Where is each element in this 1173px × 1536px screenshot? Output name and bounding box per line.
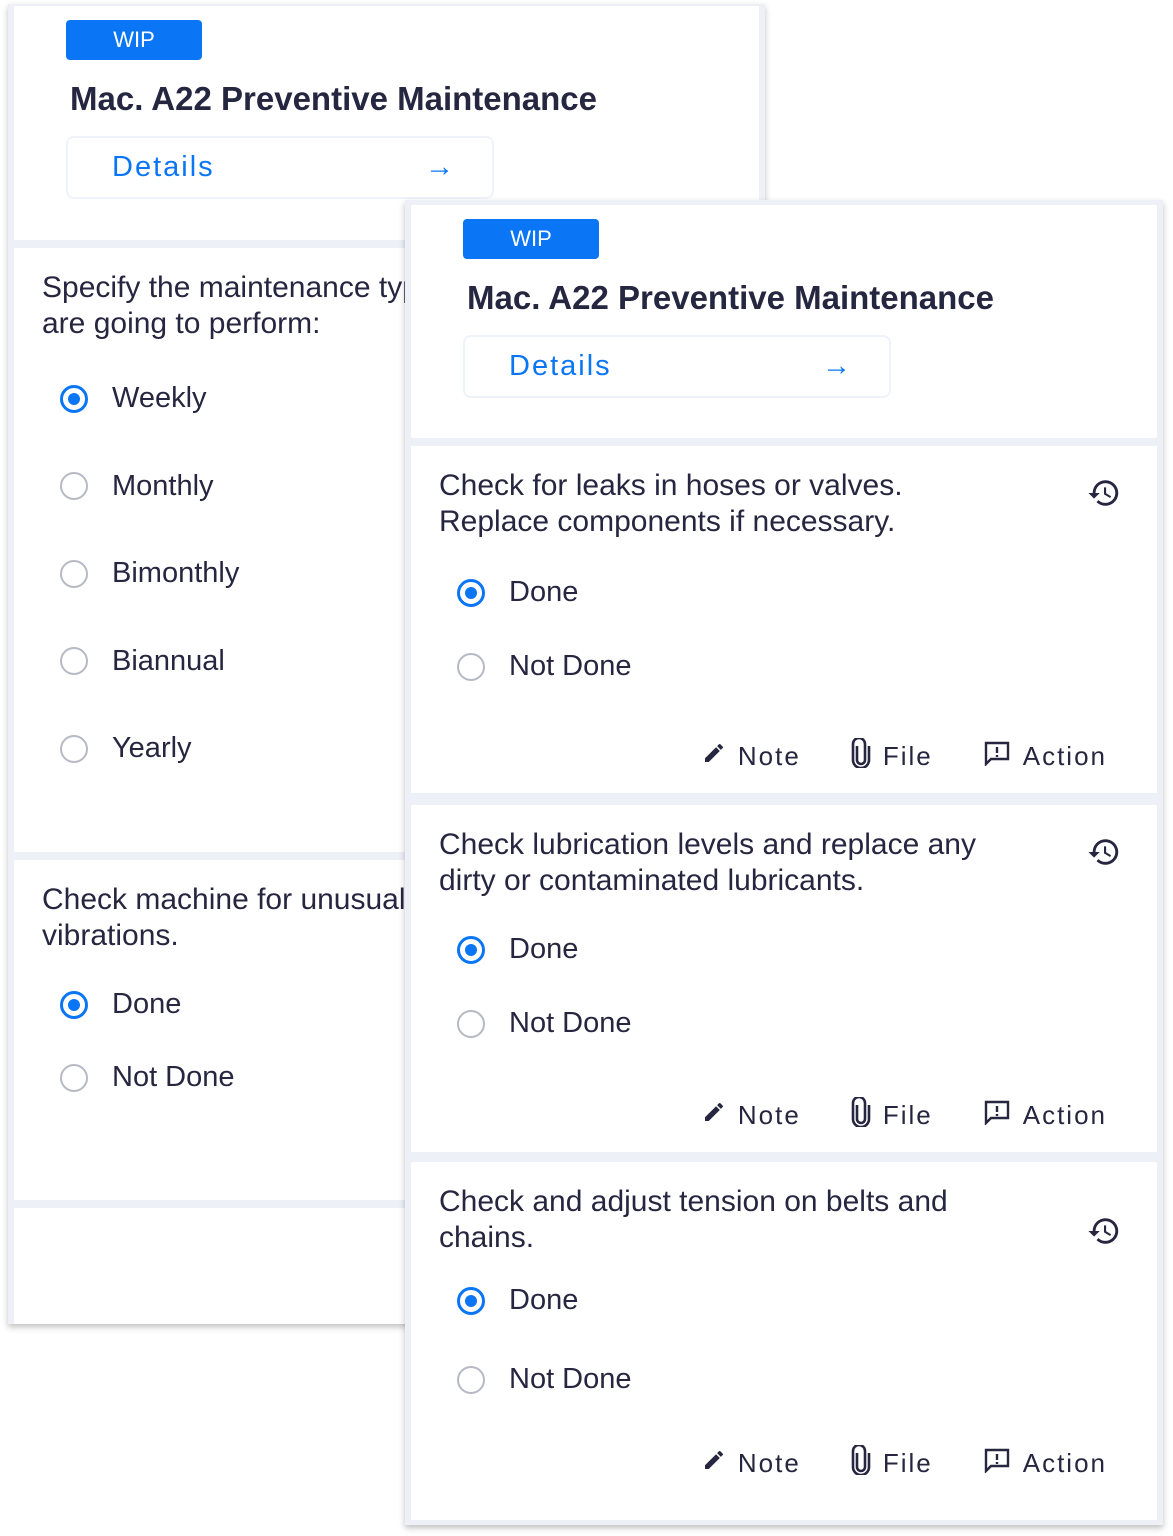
question-card: Check and adjust tension on belts and cha…	[411, 1162, 1157, 1520]
action-icon	[983, 740, 1011, 773]
question-line: Check and adjust tension on belts and	[439, 1185, 948, 1218]
radio-option[interactable]: Bimonthly	[60, 557, 239, 590]
action-bar: Note File Action	[702, 736, 1107, 775]
action-button[interactable]: Action	[983, 1445, 1107, 1482]
radio-button[interactable]	[457, 1009, 485, 1038]
file-label: File	[882, 1448, 933, 1478]
radio-option[interactable]: Biannual	[60, 645, 225, 678]
history-icon[interactable]	[1087, 1214, 1121, 1248]
front-checklist-card: WIP Mac. A22 Preventive Maintenance Deta…	[405, 200, 1163, 1525]
radio-button[interactable]	[60, 1063, 88, 1092]
details-button[interactable]: Details →	[66, 136, 494, 199]
option-label: Done	[509, 1284, 579, 1316]
file-button[interactable]: File	[851, 736, 933, 775]
action-label: Action	[1022, 741, 1107, 771]
file-button[interactable]: File	[851, 1443, 933, 1482]
note-button[interactable]: Note	[702, 1097, 801, 1134]
note-label: Note	[737, 741, 801, 771]
action-button[interactable]: Action	[983, 1097, 1107, 1134]
question-line: Check for leaks in hoses or valves.	[439, 469, 903, 502]
radio-option[interactable]: Done	[60, 988, 181, 1021]
option-label: Done	[509, 576, 579, 608]
radio-option[interactable]: Done	[457, 1284, 578, 1317]
radio-button[interactable]	[457, 1365, 485, 1394]
question-line: Replace components if necessary.	[439, 505, 896, 538]
action-label: Action	[1022, 1448, 1107, 1478]
note-icon	[702, 1100, 726, 1131]
radio-button[interactable]	[457, 935, 485, 964]
option-label: Yearly	[112, 732, 192, 764]
radio-button[interactable]	[457, 1286, 485, 1315]
question-line: chains.	[439, 1221, 535, 1254]
file-label: File	[882, 1100, 933, 1130]
radio-button[interactable]	[60, 734, 88, 763]
radio-option[interactable]: Yearly	[60, 732, 192, 765]
file-icon	[851, 1095, 871, 1134]
radio-button[interactable]	[457, 578, 485, 607]
radio-option[interactable]: Weekly	[60, 382, 207, 415]
details-button[interactable]: Details →	[463, 335, 891, 398]
option-label: Not Done	[509, 1007, 632, 1039]
note-label: Note	[737, 1100, 801, 1130]
radio-option[interactable]: Not Done	[457, 1363, 632, 1396]
note-label: Note	[737, 1448, 801, 1478]
question-text: Check and adjust tension on belts and cha…	[439, 1184, 948, 1256]
option-label: Weekly	[112, 382, 207, 414]
details-label: Details	[509, 350, 612, 382]
question-card: Check lubrication levels and replace any…	[411, 805, 1157, 1152]
action-bar: Note File Action	[702, 1095, 1107, 1134]
action-button[interactable]: Action	[983, 738, 1107, 775]
option-label: Not Done	[509, 650, 632, 682]
radio-button[interactable]	[60, 647, 88, 675]
page-title: Mac. A22 Preventive Maintenance	[70, 80, 598, 117]
question-line: Check lubrication levels and replace any	[439, 828, 976, 861]
note-button[interactable]: Note	[702, 738, 801, 775]
page-title: Mac. A22 Preventive Maintenance	[467, 279, 995, 316]
question-line: dirty or contaminated lubricants.	[439, 864, 865, 897]
radio-button[interactable]	[60, 990, 88, 1019]
file-label: File	[882, 741, 933, 771]
details-label: Details	[112, 151, 215, 183]
radio-option[interactable]: Done	[457, 576, 578, 609]
file-icon	[851, 1443, 871, 1482]
note-button[interactable]: Note	[702, 1445, 801, 1482]
arrow-right-icon: →	[425, 151, 456, 183]
radio-option[interactable]: Not Done	[457, 1007, 632, 1040]
history-icon[interactable]	[1087, 476, 1121, 510]
option-label: Biannual	[112, 644, 225, 677]
question-text: Check lubrication levels and replace any…	[439, 827, 976, 899]
option-label: Bimonthly	[112, 557, 240, 589]
file-icon	[851, 736, 871, 775]
option-label: Monthly	[112, 469, 214, 502]
status-badge: WIP	[463, 219, 599, 259]
card-header: WIP Mac. A22 Preventive Maintenance Deta…	[411, 205, 1157, 438]
question-text: Check for leaks in hoses or valves. Repla…	[439, 468, 903, 540]
note-icon	[702, 1448, 726, 1479]
action-label: Action	[1022, 1100, 1107, 1130]
radio-button[interactable]	[60, 559, 88, 588]
radio-option[interactable]: Not Done	[457, 650, 632, 683]
radio-button[interactable]	[457, 652, 485, 681]
note-icon	[702, 741, 726, 772]
radio-button[interactable]	[60, 384, 88, 413]
radio-option[interactable]: Not Done	[60, 1061, 235, 1094]
option-label: Done	[112, 988, 182, 1020]
arrow-right-icon: →	[822, 350, 853, 382]
radio-button[interactable]	[60, 472, 88, 500]
option-label: Not Done	[509, 1363, 632, 1395]
action-bar: Note File Action	[702, 1443, 1107, 1482]
file-button[interactable]: File	[851, 1095, 933, 1134]
option-label: Done	[509, 933, 579, 965]
radio-option[interactable]: Monthly	[60, 470, 214, 503]
status-badge: WIP	[66, 20, 202, 60]
option-label: Not Done	[112, 1061, 235, 1093]
action-icon	[983, 1099, 1011, 1132]
question-card: Check for leaks in hoses or valves. Repla…	[411, 446, 1157, 793]
radio-option[interactable]: Done	[457, 933, 578, 966]
action-icon	[983, 1447, 1011, 1480]
history-icon[interactable]	[1087, 835, 1121, 869]
